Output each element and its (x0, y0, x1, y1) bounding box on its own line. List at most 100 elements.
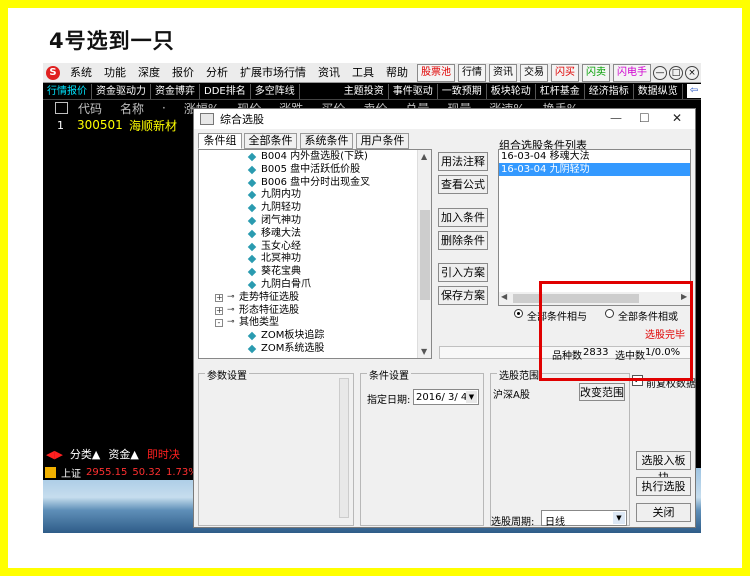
table-row[interactable]: 1 300501 海顺新材 (43, 117, 193, 133)
tree-item-label: 葵花宝典 (261, 266, 301, 278)
tree-item[interactable]: 九阴内功 (199, 188, 431, 201)
expand-icon[interactable]: + (215, 306, 223, 315)
tab-category[interactable]: 分类▲ (66, 447, 104, 463)
list-item-selected[interactable]: 16-03-04 九阴轻功 (499, 163, 690, 176)
dialog-close-icon[interactable]: ✕ (672, 111, 682, 125)
menu-system[interactable]: 系统 (64, 63, 98, 83)
row-index: 1 (57, 118, 64, 132)
trade-button[interactable]: 交易 (520, 63, 548, 82)
market-button[interactable]: 行情 (458, 63, 486, 82)
tree-item[interactable]: ZOM板块追踪 (199, 329, 431, 342)
tab-long-short[interactable]: 多空阵线 (251, 83, 300, 99)
back-arrow-icon[interactable]: ⇦ (687, 84, 701, 98)
minimize-icon[interactable]: — (653, 65, 667, 80)
tree-item[interactable]: 九阴白骨爪 (199, 278, 431, 291)
tree-folder[interactable]: - ⊸ 其他类型 (199, 316, 431, 329)
flash-sell-button[interactable]: 闪卖 (582, 63, 610, 82)
chevron-down-icon[interactable]: ▼ (613, 512, 625, 524)
tree-item[interactable]: B005 盘中活跃低价股 (199, 163, 431, 176)
tab-dde-rank[interactable]: DDE排名 (200, 83, 251, 99)
function-toolbar: 行情报价 资金驱动力 资金博弈 DDE排名 多空阵线 主题投资 事件驱动 一致预… (43, 83, 701, 100)
tab-quotes[interactable]: 行情报价 (43, 83, 92, 99)
params-scrollbar[interactable] (339, 378, 349, 518)
collapse-icon[interactable]: - (215, 319, 223, 328)
tree-folder[interactable]: + ⊸ 形态特征选股 (199, 304, 431, 317)
menu-function[interactable]: 功能 (98, 63, 132, 83)
period-select[interactable]: 日线 ▼ (541, 510, 627, 528)
scroll-left-icon[interactable]: ◀ (501, 292, 507, 301)
menu-quote[interactable]: 报价 (166, 63, 200, 83)
tab-leveraged-fund[interactable]: 杠杆基金 (536, 83, 585, 99)
menu-help[interactable]: 帮助 (380, 63, 414, 83)
col-code[interactable]: 代码 (78, 100, 102, 117)
tab-consensus[interactable]: 一致预期 (438, 83, 487, 99)
execute-button[interactable]: 执行选股 (636, 477, 691, 496)
scroll-thumb[interactable] (420, 210, 430, 300)
tree-item[interactable]: ZOM系统选股 (199, 342, 431, 355)
tab-all-conditions[interactable]: 全部条件 (244, 133, 297, 149)
view-formula-button[interactable]: 查看公式 (438, 175, 488, 194)
tree-item[interactable]: 玉女心经 (199, 240, 431, 253)
change-range-button[interactable]: 改变范围 (579, 383, 625, 401)
tab-instant[interactable]: 即时决 (143, 447, 184, 463)
tree-rows: B004 内外盘选股(下跌) B005 盘中活跃低价股 B006 盘中分时出现金叉九… (199, 150, 431, 355)
tab-system-conditions[interactable]: 系统条件 (300, 133, 353, 149)
save-plan-button[interactable]: 保存方案 (438, 286, 488, 305)
date-spin-icon[interactable]: ▼ (466, 391, 477, 403)
import-plan-button[interactable]: 引入方案 (438, 263, 488, 282)
close-icon[interactable]: × (685, 65, 699, 80)
list-item[interactable]: 16-03-04 移魂大法 (499, 150, 690, 163)
delete-condition-button[interactable]: 删除条件 (438, 231, 488, 250)
maximize-icon[interactable]: □ (669, 65, 683, 80)
add-condition-button[interactable]: 加入条件 (438, 208, 488, 227)
tree-item[interactable]: 北冥神功 (199, 252, 431, 265)
tree-item[interactable]: B006 盘中分时出现金叉 (199, 176, 431, 189)
date-picker[interactable]: 2016/ 3/ 4 ▼ (413, 389, 479, 405)
tab-capital-game[interactable]: 资金博弈 (151, 83, 200, 99)
dialog-minimize-icon[interactable]: — (610, 111, 622, 125)
formula-diamond-icon (247, 229, 257, 239)
tree-item-label: 北冥神功 (261, 253, 301, 265)
menu-depth[interactable]: 深度 (132, 63, 166, 83)
flash-hand-button[interactable]: 闪电手 (613, 63, 651, 82)
tree-item[interactable]: 闭气神功 (199, 214, 431, 227)
flash-buy-button[interactable]: 闪买 (551, 63, 579, 82)
prev-arrow-icon[interactable]: ◀▶ (43, 447, 66, 463)
tree-scrollbar[interactable]: ▲ ▼ (417, 150, 431, 358)
menu-news[interactable]: 资讯 (312, 63, 346, 83)
tab-capital[interactable]: 资金▲ (104, 447, 142, 463)
tab-theme-invest[interactable]: 主题投资 (340, 83, 389, 99)
tab-user-conditions[interactable]: 用户条件 (356, 133, 409, 149)
tree-item[interactable]: 九阴轻功 (199, 201, 431, 214)
stock-pool-button[interactable]: 股票池 (417, 63, 455, 82)
scroll-up-icon[interactable]: ▲ (421, 152, 427, 161)
stock-name: 海顺新材 (129, 118, 178, 133)
formula-note-button[interactable]: 用法注释 (438, 152, 488, 171)
tab-event-drive[interactable]: 事件驱动 (389, 83, 438, 99)
expand-icon[interactable]: + (215, 293, 223, 302)
tab-economic-indicators[interactable]: 经济指标 (585, 83, 634, 99)
select-all-checkbox[interactable] (55, 102, 68, 114)
col-name[interactable]: 名称 (120, 100, 144, 117)
date-value: 2016/ 3/ 4 (416, 392, 468, 403)
condition-tree[interactable]: B004 内外盘选股(下跌) B005 盘中活跃低价股 B006 盘中分时出现金叉九… (198, 149, 432, 359)
tree-folder[interactable]: + ⊸ 走势特征选股 (199, 291, 431, 304)
menu-tools[interactable]: 工具 (346, 63, 380, 83)
menu-extended-market[interactable]: 扩展市场行情 (234, 63, 312, 83)
tree-item[interactable]: B004 内外盘选股(下跌) (199, 150, 431, 163)
close-button[interactable]: 关闭 (636, 503, 691, 522)
tree-item-label: ZOM板块追踪 (261, 330, 325, 342)
select-to-block-button[interactable]: 选股入板块 (636, 451, 691, 484)
tab-condition-group[interactable]: 条件组 (198, 133, 242, 149)
dialog-maximize-icon[interactable]: ☐ (639, 111, 650, 125)
tree-item[interactable]: 移魂大法 (199, 227, 431, 240)
menu-analysis[interactable]: 分析 (200, 63, 234, 83)
tree-item-label: 九阴白骨爪 (261, 278, 311, 290)
tab-capital-drive[interactable]: 资金驱动力 (92, 83, 151, 99)
tab-data-overview[interactable]: 数据纵览 (634, 83, 683, 99)
tab-sector-rotation[interactable]: 板块轮动 (487, 83, 536, 99)
radio-and[interactable] (514, 309, 523, 318)
scroll-down-icon[interactable]: ▼ (421, 347, 427, 356)
news-button[interactable]: 资讯 (489, 63, 517, 82)
tree-item[interactable]: 葵花宝典 (199, 265, 431, 278)
